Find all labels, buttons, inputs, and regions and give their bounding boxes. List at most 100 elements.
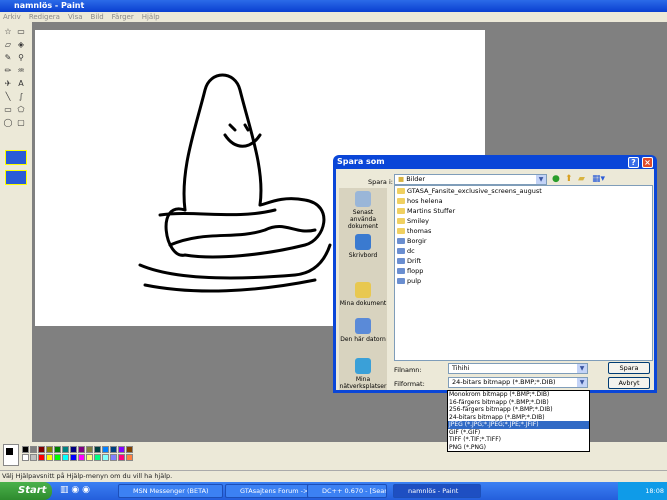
palette-swatch[interactable] [86, 454, 93, 461]
palette-swatch[interactable] [118, 446, 125, 453]
palette-swatch[interactable] [78, 454, 85, 461]
tool-5-icon[interactable]: ⚲ [16, 53, 26, 63]
file-item[interactable]: GTASA_Fansite_exclusive_screens_august [395, 186, 652, 196]
place-item[interactable]: Mina nätverksplatser [339, 358, 387, 390]
tool-14-icon[interactable]: ◯ [3, 118, 13, 128]
file-item[interactable]: hos helena [395, 196, 652, 206]
palette-swatch[interactable] [110, 446, 117, 453]
palette-swatch[interactable] [102, 446, 109, 453]
tool-10-icon[interactable]: ╲ [3, 92, 13, 102]
tool-3-icon[interactable]: ◈ [16, 40, 26, 50]
foreground-color[interactable] [6, 448, 13, 455]
format-select[interactable]: 24-bitars bitmapp (*.BMP;*.DIB) ▼ [448, 377, 588, 388]
tool-2-icon[interactable]: ▱ [3, 40, 13, 50]
palette-swatch[interactable] [30, 446, 37, 453]
palette-swatch[interactable] [102, 454, 109, 461]
menu-bild[interactable]: Bild [91, 13, 104, 21]
file-item[interactable]: pulp [395, 276, 652, 286]
palette-swatch[interactable] [70, 446, 77, 453]
tool-4-icon[interactable]: ✎ [3, 53, 13, 63]
task-msn[interactable]: MSN Messenger (BETA) [118, 484, 223, 498]
tool-11-icon[interactable]: ∫ [16, 92, 26, 102]
new-folder-icon[interactable]: ▰ [578, 174, 585, 184]
tool-1-icon[interactable]: ▭ [16, 27, 26, 37]
format-option[interactable]: GIF (*.GIF) [448, 429, 589, 437]
start-label: Start [18, 485, 47, 496]
task-label: namnlös - Paint [408, 487, 459, 495]
palette-swatch[interactable] [126, 454, 133, 461]
tool-7-icon[interactable]: ♒ [16, 66, 26, 76]
save-in-select[interactable]: ■ Bilder ▼ [394, 174, 547, 185]
menu-hjalp[interactable]: Hjälp [142, 13, 160, 21]
task-dcpp[interactable]: DC++ 0.670 - [Searc... [307, 484, 387, 498]
palette-swatch[interactable] [70, 454, 77, 461]
back-icon[interactable]: ● [552, 174, 560, 184]
palette-swatch[interactable] [78, 446, 85, 453]
window-title: namnlös - Paint [14, 1, 85, 10]
palette-swatch[interactable] [22, 446, 29, 453]
task-paint[interactable]: namnlös - Paint [393, 484, 481, 498]
place-label: Den här datorn [340, 336, 386, 343]
place-item[interactable]: Den här datorn [339, 318, 387, 343]
palette-swatch[interactable] [110, 454, 117, 461]
file-item[interactable]: flopp [395, 266, 652, 276]
format-option[interactable]: Monokrom bitmapp (*.BMP;*.DIB) [448, 391, 589, 399]
quick-launch-icons[interactable]: ▥ ◉ ◉ [60, 485, 90, 495]
file-item[interactable]: Martins Stuffer [395, 206, 652, 216]
format-option[interactable]: 24-bitars bitmapp (*.BMP;*.DIB) [448, 414, 589, 422]
tool-13-icon[interactable]: ⬠ [16, 105, 26, 115]
palette-swatch[interactable] [46, 446, 53, 453]
palette-swatch[interactable] [54, 454, 61, 461]
file-item[interactable]: thomas [395, 226, 652, 236]
palette-swatch[interactable] [62, 454, 69, 461]
help-button[interactable]: ? [628, 157, 639, 168]
close-button[interactable]: × [642, 157, 653, 168]
palette-swatch[interactable] [38, 446, 45, 453]
menu-visa[interactable]: Visa [68, 13, 83, 21]
tool-option-icon[interactable] [5, 150, 27, 165]
file-item[interactable]: Borgir [395, 236, 652, 246]
tool-0-icon[interactable]: ☆ [3, 27, 13, 37]
tool-8-icon[interactable]: ✈ [3, 79, 13, 89]
place-item[interactable]: Skrivbord [339, 234, 387, 259]
tool-6-icon[interactable]: ✏ [3, 66, 13, 76]
cancel-button[interactable]: Avbryt [608, 377, 650, 389]
palette-swatch[interactable] [22, 454, 29, 461]
palette-swatch[interactable] [94, 446, 101, 453]
palette-swatch[interactable] [126, 446, 133, 453]
format-option[interactable]: 16-färgers bitmapp (*.BMP;*.DIB) [448, 399, 589, 407]
menu-farger[interactable]: Färger [112, 13, 134, 21]
format-option[interactable]: JPEG (*.JPG;*.JPEG;*.JPE;*.JFIF) [448, 421, 589, 429]
palette-swatch[interactable] [62, 446, 69, 453]
palette-swatch[interactable] [54, 446, 61, 453]
start-button[interactable]: Start [0, 482, 52, 500]
format-option[interactable]: PNG (*.PNG) [448, 444, 589, 452]
tool-option-icon[interactable] [5, 170, 27, 185]
save-button[interactable]: Spara [608, 362, 650, 374]
place-icon [355, 191, 371, 207]
palette-swatch[interactable] [94, 454, 101, 461]
palette-swatch[interactable] [118, 454, 125, 461]
file-item[interactable]: Drift [395, 256, 652, 266]
palette-swatch[interactable] [46, 454, 53, 461]
palette-swatch[interactable] [30, 454, 37, 461]
tool-9-icon[interactable]: A [16, 79, 26, 89]
format-option[interactable]: 256-färgers bitmapp (*.BMP;*.DIB) [448, 406, 589, 414]
up-folder-icon[interactable]: ⬆ [565, 174, 573, 184]
tool-15-icon[interactable]: ▢ [16, 118, 26, 128]
file-item[interactable]: Smiley [395, 216, 652, 226]
menu-arkiv[interactable]: Arkiv [3, 13, 21, 21]
file-name: pulp [407, 277, 422, 285]
palette-swatch[interactable] [38, 454, 45, 461]
filename-input[interactable]: Tihihi ▼ [448, 363, 588, 374]
view-menu-icon[interactable]: ▦▾ [592, 174, 605, 184]
format-option[interactable]: TIFF (*.TIF;*.TIFF) [448, 436, 589, 444]
place-item[interactable]: Mina dokument [339, 282, 387, 307]
palette-swatch[interactable] [86, 446, 93, 453]
tool-12-icon[interactable]: ▭ [3, 105, 13, 115]
menu-redigera[interactable]: Redigera [29, 13, 60, 21]
place-item[interactable]: Senast använda dokument [339, 191, 387, 230]
file-name: flopp [407, 267, 424, 275]
file-item[interactable]: dc [395, 246, 652, 256]
file-list[interactable]: GTASA_Fansite_exclusive_screens_august ho… [394, 185, 653, 361]
